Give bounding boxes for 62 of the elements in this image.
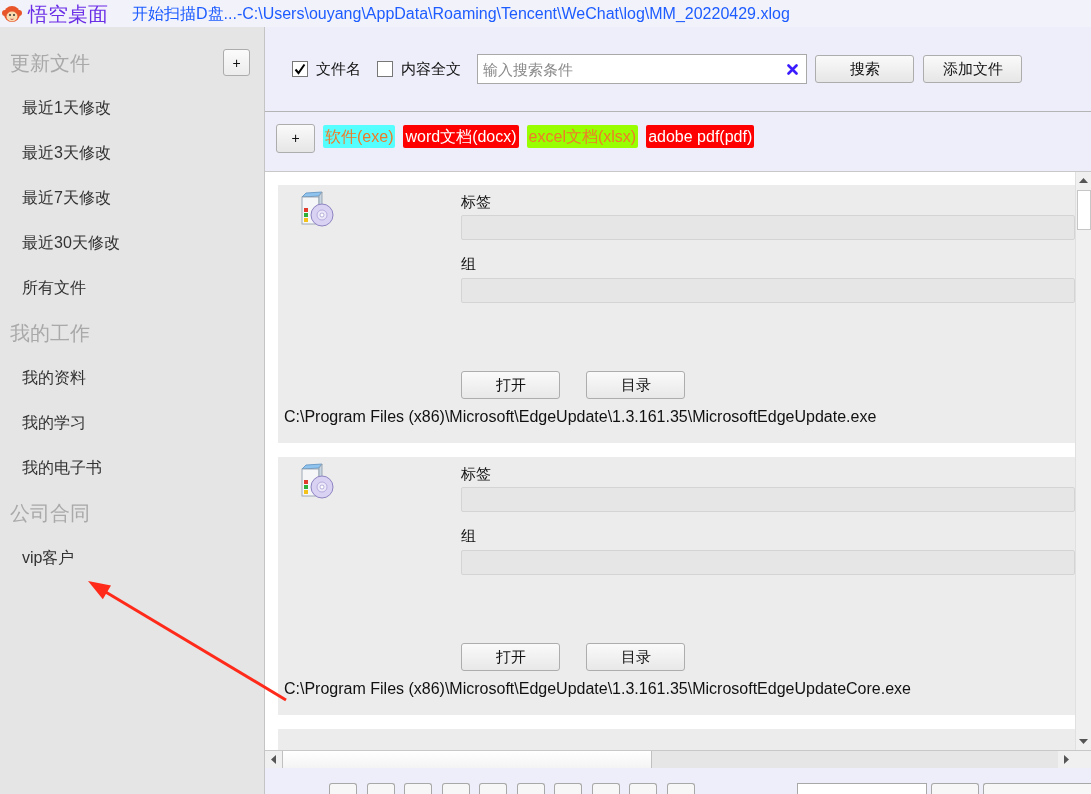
tag-field[interactable] — [461, 487, 1075, 512]
field-label: 组 — [461, 255, 476, 273]
page-number-field[interactable] — [797, 783, 927, 794]
scroll-right-icon[interactable] — [1064, 755, 1069, 764]
jump-button[interactable] — [931, 783, 979, 794]
sidebar-item[interactable]: 最近3天修改 — [22, 142, 111, 163]
tag-field[interactable] — [461, 215, 1075, 240]
page-button[interactable] — [441, 783, 470, 794]
page-button[interactable] — [554, 783, 582, 794]
scan-status-text: 开始扫描D盘...-C:\Users\ouyang\AppData\Roaming\Tencent\WeChat\log\MM_20220429.xlog — [132, 3, 790, 24]
page-size-dropdown[interactable] — [983, 783, 1091, 794]
page-button[interactable] — [629, 783, 657, 794]
page-button[interactable] — [366, 783, 395, 794]
page-button[interactable] — [516, 783, 545, 794]
checkbox-label[interactable]: 文件名 — [316, 60, 361, 78]
sidebar-item[interactable]: vip客户 — [22, 547, 75, 568]
sidebar-item[interactable]: 我的学习 — [22, 412, 86, 433]
page-button[interactable] — [591, 783, 620, 794]
sidebar-item[interactable]: 最近1天修改 — [22, 97, 111, 118]
scrollbar-thumb[interactable] — [282, 751, 652, 768]
field-label: 标签 — [461, 465, 491, 483]
sidebar-item[interactable]: 我的资料 — [22, 367, 86, 388]
checkbox-label[interactable]: 内容全文 — [401, 60, 461, 78]
section-heading: 更新文件 — [10, 50, 90, 75]
scroll-down-icon[interactable] — [1079, 739, 1088, 744]
clear-icon[interactable] — [787, 64, 798, 75]
scrollbar-thumb[interactable] — [1076, 190, 1091, 230]
app-title: 悟空桌面 — [28, 1, 108, 26]
add-tag-button[interactable]: + — [276, 124, 315, 153]
folder-button[interactable]: 目录 — [586, 371, 685, 399]
page-button[interactable] — [479, 783, 507, 794]
checkbox[interactable] — [377, 61, 393, 77]
add-section-button[interactable]: + — [223, 49, 250, 76]
search-button[interactable]: 搜索 — [815, 55, 914, 83]
sidebar-item[interactable]: 所有文件 — [22, 277, 86, 298]
monkey-logo-icon — [2, 3, 22, 24]
file-path: C:\Program Files (x86)\Microsoft\EdgeUpdate\1.3.161.35\MicrosoftEdgeUpdate.exe — [284, 407, 877, 427]
section-heading: 我的工作 — [10, 320, 90, 345]
file-path: C:\Program Files (x86)\Microsoft\EdgeUpdate\1.3.161.35\MicrosoftEdgeUpdateCore.exe — [284, 679, 911, 699]
page-button[interactable] — [404, 783, 432, 794]
page-button[interactable] — [329, 783, 357, 794]
checkmark-icon — [294, 63, 306, 75]
sidebar-item[interactable]: 最近30天修改 — [22, 232, 120, 253]
group-field[interactable] — [461, 278, 1075, 303]
scroll-left-icon[interactable] — [271, 755, 276, 764]
page-button[interactable] — [666, 783, 695, 794]
field-label: 组 — [461, 527, 476, 545]
field-label: 标签 — [461, 193, 491, 211]
group-field[interactable] — [461, 550, 1075, 575]
checkbox[interactable] — [292, 61, 308, 77]
sidebar-item[interactable]: 最近7天修改 — [22, 187, 111, 208]
add-file-button[interactable]: 添加文件 — [923, 55, 1022, 83]
scroll-up-icon[interactable] — [1079, 178, 1088, 183]
open-button[interactable]: 打开 — [461, 371, 560, 399]
open-button[interactable]: 打开 — [461, 643, 560, 671]
search-field[interactable]: 输入搜索条件 — [477, 54, 807, 84]
sidebar-item[interactable]: 我的电子书 — [22, 457, 102, 478]
section-heading: 公司合同 — [10, 500, 90, 525]
file-type-tag[interactable]: adobe pdf(pdf) — [646, 125, 755, 148]
folder-button[interactable]: 目录 — [586, 643, 685, 671]
file-type-tag[interactable]: word文档(docx) — [403, 125, 519, 148]
scrollbar-track[interactable] — [265, 750, 1091, 768]
